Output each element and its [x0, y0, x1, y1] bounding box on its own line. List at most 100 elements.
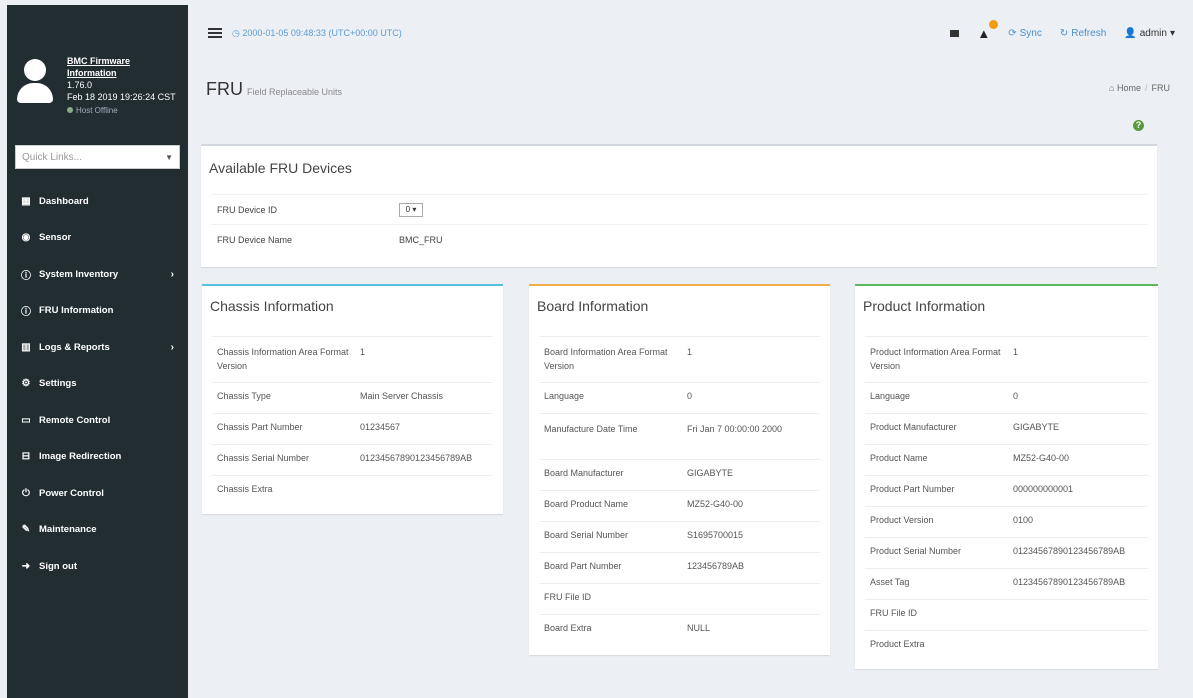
sidebar-item-label: FRU Information: [39, 305, 114, 317]
sidebar-item-image-redirection[interactable]: ⊟ Image Redirection: [7, 439, 188, 476]
field-label: Product Version: [865, 506, 1008, 538]
product-table: Product Information Area Format Version 1…: [865, 336, 1148, 662]
sidebar-item-remote-control[interactable]: ▭ Remote Control: [7, 402, 188, 439]
clock-icon: ◷: [232, 27, 240, 38]
sidebar-item-label: Image Redirection: [39, 451, 122, 463]
table-row: FRU File ID: [865, 599, 1148, 631]
sidebar-nav: ▦ Dashboard ◉ Sensor ⓘ System Inventory › ⓘ FRU …: [7, 183, 188, 585]
menu-toggle-icon[interactable]: [208, 28, 222, 38]
fru-device-id-select[interactable]: 0 ▾: [399, 202, 423, 217]
table-row: Chassis Extra: [212, 475, 493, 507]
field-label: Asset Tag: [865, 568, 1008, 600]
sidebar-item-sensor[interactable]: ◉ Sensor: [7, 220, 188, 257]
quick-links-select[interactable]: Quick Links... ▼: [15, 145, 180, 169]
field-value: S1695700015: [682, 521, 820, 553]
info-icon: ⓘ: [21, 307, 31, 319]
avatar: [17, 59, 53, 105]
sidebar-item-label: Sensor: [39, 232, 72, 244]
fw-date: Feb 18 2019 19:26:24 CST: [67, 92, 176, 102]
box-title: Product Information: [863, 298, 986, 314]
sidebar-item-label: Remote Control: [39, 414, 111, 426]
field-label: Product Serial Number: [865, 537, 1008, 569]
field-value: MZ52-G40-00: [682, 490, 820, 522]
sidebar-item-fru-information[interactable]: ⓘ FRU Information: [7, 293, 188, 330]
field-value: [355, 475, 493, 507]
field-value: MZ52-G40-00: [1008, 444, 1148, 476]
fru-device-name-row: FRU Device Name BMC_FRU: [211, 224, 1147, 254]
sidebar-item-maintenance[interactable]: ✎ Maintenance: [7, 512, 188, 549]
sidebar-item-sign-out[interactable]: ➜ Sign out: [7, 548, 188, 585]
breadcrumb-current: FRU: [1151, 83, 1171, 93]
field-value: 01234567890123456789AB: [1008, 537, 1148, 569]
alert-badge: [989, 19, 999, 29]
chevron-down-icon: ▾: [1169, 27, 1175, 39]
field-value: 0: [1008, 382, 1148, 414]
field-label: Chassis Part Number: [212, 413, 355, 445]
field-value: 01234567890123456789AB: [355, 444, 493, 476]
field-label: Product Part Number: [865, 475, 1008, 507]
sync-button[interactable]: ⟳ Sync: [1008, 28, 1042, 39]
table-row: Language 0: [539, 382, 820, 414]
user-menu[interactable]: 👤 admin ▾: [1124, 28, 1175, 39]
board-table: Board Information Area Format Version 1 La…: [539, 336, 820, 646]
refresh-button[interactable]: ↻ Refresh: [1060, 28, 1106, 39]
field-value: 1: [682, 336, 820, 383]
table-row: Product Extra: [865, 630, 1148, 662]
table-row: Language 0: [865, 382, 1148, 414]
chevron-right-icon: ›: [170, 341, 174, 353]
table-row: Board Information Area Format Version 1: [539, 336, 820, 383]
user-info: BMC Firmware Information 1.76.0 Feb 18 2…: [67, 55, 180, 117]
signout-icon: ➜: [21, 560, 31, 572]
table-row: FRU File ID: [539, 583, 820, 615]
sidebar-item-system-inventory[interactable]: ⓘ System Inventory ›: [7, 256, 188, 293]
field-label: Product Name: [865, 444, 1008, 476]
product-information-box: Product Information Product Information …: [855, 284, 1158, 669]
field-label: Product Manufacturer: [865, 413, 1008, 445]
chassis-information-box: Chassis Information Chassis Information …: [202, 284, 503, 514]
table-row: Product Name MZ52-G40-00: [865, 444, 1148, 476]
sidebar-item-dashboard[interactable]: ▦ Dashboard: [7, 183, 188, 220]
field-value: 0100: [1008, 506, 1148, 538]
chart-icon: ▥: [21, 341, 31, 353]
table-row: Chassis Part Number 01234567: [212, 413, 493, 445]
table-row: Chassis Information Area Format Version 1: [212, 336, 493, 383]
help-icon[interactable]: ?: [1133, 120, 1144, 131]
field-value: 1: [355, 336, 493, 383]
breadcrumb-home[interactable]: Home: [1117, 83, 1141, 93]
sidebar-item-label: Logs & Reports: [39, 341, 110, 353]
field-value: GIGABYTE: [682, 459, 820, 491]
alerts-button[interactable]: ▲: [977, 19, 999, 41]
top-right-controls: ▲ ⟳ Sync ↻ Refresh 👤 admin ▾: [950, 15, 1175, 51]
field-label: Product Extra: [865, 630, 1008, 662]
fw-info-link[interactable]: BMC Firmware Information: [67, 55, 180, 79]
field-label: Board Extra: [539, 614, 682, 646]
refresh-icon: ↻: [1059, 27, 1069, 39]
sidebar-item-logs-reports[interactable]: ▥ Logs & Reports ›: [7, 329, 188, 366]
clock: ◷ 2000-01-05 09:48:33 (UTC+00:00 UTC): [232, 27, 402, 38]
field-value: 000000000001: [1008, 475, 1148, 507]
page-title: FRU Field Replaceable Units: [206, 79, 343, 99]
fru-device-id-label: FRU Device ID: [217, 204, 278, 215]
user-icon: 👤: [1124, 27, 1137, 39]
field-label: Board Part Number: [539, 552, 682, 584]
table-row: Product Version 0100: [865, 506, 1148, 538]
field-label: Product Information Area Format Version: [865, 336, 1008, 383]
table-row: Product Manufacturer GIGABYTE: [865, 413, 1148, 445]
sidebar-item-power-control[interactable]: ⏻ Power Control: [7, 475, 188, 512]
info-icon: ⓘ: [21, 270, 31, 282]
envelope-icon: [950, 29, 960, 37]
field-label: Chassis Extra: [212, 475, 355, 507]
table-row: Chassis Type Main Server Chassis: [212, 382, 493, 414]
sidebar-logo-band: [7, 5, 188, 37]
field-value: 01234567: [355, 413, 493, 445]
messages-button[interactable]: [950, 29, 960, 37]
home-icon: ⌂: [1109, 83, 1115, 93]
field-label: Language: [865, 382, 1008, 414]
field-label: Board Manufacturer: [539, 459, 682, 491]
field-value: [1008, 630, 1148, 662]
field-label: Board Information Area Format Version: [539, 336, 682, 383]
sidebar-item-settings[interactable]: ⚙ Settings: [7, 366, 188, 403]
available-fru-devices-box: Available FRU Devices FRU Device ID 0 ▾ …: [201, 144, 1157, 267]
chevron-down-icon: ▼: [165, 152, 173, 162]
chevron-right-icon: ›: [170, 268, 174, 280]
